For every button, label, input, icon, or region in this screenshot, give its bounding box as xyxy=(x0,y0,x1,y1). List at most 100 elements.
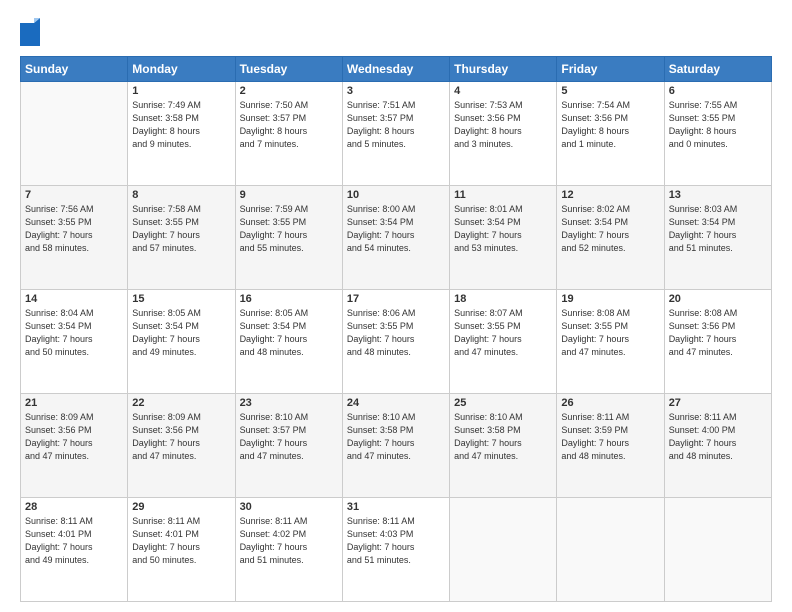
calendar-cell: 8 Sunrise: 7:58 AM Sunset: 3:55 PM Daylig… xyxy=(128,186,235,290)
calendar-cell: 16 Sunrise: 8:05 AM Sunset: 3:54 PM Dayli… xyxy=(235,290,342,394)
day-info: Sunrise: 7:59 AM Sunset: 3:55 PM Dayligh… xyxy=(240,203,338,255)
day-number: 21 xyxy=(25,397,123,409)
day-number: 10 xyxy=(347,189,445,201)
day-info: Sunrise: 7:51 AM Sunset: 3:57 PM Dayligh… xyxy=(347,99,445,151)
day-number: 9 xyxy=(240,189,338,201)
calendar-cell: 23 Sunrise: 8:10 AM Sunset: 3:57 PM Dayli… xyxy=(235,394,342,498)
day-number: 20 xyxy=(669,293,767,305)
day-number: 23 xyxy=(240,397,338,409)
day-info: Sunrise: 8:03 AM Sunset: 3:54 PM Dayligh… xyxy=(669,203,767,255)
day-number: 13 xyxy=(669,189,767,201)
calendar-table: SundayMondayTuesdayWednesdayThursdayFrid… xyxy=(20,56,772,602)
calendar-cell: 31 Sunrise: 8:11 AM Sunset: 4:03 PM Dayli… xyxy=(342,498,449,602)
calendar-cell: 15 Sunrise: 8:05 AM Sunset: 3:54 PM Dayli… xyxy=(128,290,235,394)
day-number: 24 xyxy=(347,397,445,409)
day-number: 12 xyxy=(561,189,659,201)
logo xyxy=(20,18,43,46)
day-number: 7 xyxy=(25,189,123,201)
day-number: 18 xyxy=(454,293,552,305)
day-number: 29 xyxy=(132,501,230,513)
day-info: Sunrise: 7:55 AM Sunset: 3:55 PM Dayligh… xyxy=(669,99,767,151)
day-number: 16 xyxy=(240,293,338,305)
day-number: 19 xyxy=(561,293,659,305)
day-number: 31 xyxy=(347,501,445,513)
day-info: Sunrise: 8:06 AM Sunset: 3:55 PM Dayligh… xyxy=(347,307,445,359)
calendar-cell: 6 Sunrise: 7:55 AM Sunset: 3:55 PM Daylig… xyxy=(664,82,771,186)
day-number: 26 xyxy=(561,397,659,409)
day-info: Sunrise: 7:56 AM Sunset: 3:55 PM Dayligh… xyxy=(25,203,123,255)
day-number: 17 xyxy=(347,293,445,305)
day-info: Sunrise: 8:10 AM Sunset: 3:58 PM Dayligh… xyxy=(454,411,552,463)
day-info: Sunrise: 7:54 AM Sunset: 3:56 PM Dayligh… xyxy=(561,99,659,151)
weekday-header-sunday: Sunday xyxy=(21,57,128,82)
weekday-header-tuesday: Tuesday xyxy=(235,57,342,82)
day-info: Sunrise: 8:10 AM Sunset: 3:58 PM Dayligh… xyxy=(347,411,445,463)
day-info: Sunrise: 8:10 AM Sunset: 3:57 PM Dayligh… xyxy=(240,411,338,463)
header xyxy=(20,18,772,46)
day-info: Sunrise: 7:58 AM Sunset: 3:55 PM Dayligh… xyxy=(132,203,230,255)
weekday-header-friday: Friday xyxy=(557,57,664,82)
calendar-cell: 28 Sunrise: 8:11 AM Sunset: 4:01 PM Dayli… xyxy=(21,498,128,602)
day-info: Sunrise: 8:04 AM Sunset: 3:54 PM Dayligh… xyxy=(25,307,123,359)
weekday-header-wednesday: Wednesday xyxy=(342,57,449,82)
calendar-cell: 9 Sunrise: 7:59 AM Sunset: 3:55 PM Daylig… xyxy=(235,186,342,290)
page: SundayMondayTuesdayWednesdayThursdayFrid… xyxy=(0,0,792,612)
day-info: Sunrise: 8:08 AM Sunset: 3:55 PM Dayligh… xyxy=(561,307,659,359)
day-number: 5 xyxy=(561,85,659,97)
calendar-cell: 1 Sunrise: 7:49 AM Sunset: 3:58 PM Daylig… xyxy=(128,82,235,186)
calendar-cell: 30Sunrise: 8:11 AM Sunset: 4:02 PM Dayli… xyxy=(235,498,342,602)
day-number: 11 xyxy=(454,189,552,201)
day-info: Sunrise: 8:11 AM Sunset: 4:00 PM Dayligh… xyxy=(669,411,767,463)
day-number: 25 xyxy=(454,397,552,409)
day-number: 28 xyxy=(25,501,123,513)
calendar-cell xyxy=(664,498,771,602)
weekday-header-monday: Monday xyxy=(128,57,235,82)
calendar-cell: 11 Sunrise: 8:01 AM Sunset: 3:54 PM Dayli… xyxy=(450,186,557,290)
day-number: 15 xyxy=(132,293,230,305)
day-info: Sunrise: 8:00 AM Sunset: 3:54 PM Dayligh… xyxy=(347,203,445,255)
calendar-cell: 3 Sunrise: 7:51 AM Sunset: 3:57 PM Daylig… xyxy=(342,82,449,186)
calendar-cell xyxy=(557,498,664,602)
calendar-cell xyxy=(450,498,557,602)
calendar-cell: 18 Sunrise: 8:07 AM Sunset: 3:55 PM Dayli… xyxy=(450,290,557,394)
day-info: Sunrise: 7:49 AM Sunset: 3:58 PM Dayligh… xyxy=(132,99,230,151)
calendar-cell: 27 Sunrise: 8:11 AM Sunset: 4:00 PM Dayli… xyxy=(664,394,771,498)
calendar-cell: 19 Sunrise: 8:08 AM Sunset: 3:55 PM Dayli… xyxy=(557,290,664,394)
calendar-cell: 24 Sunrise: 8:10 AM Sunset: 3:58 PM Dayli… xyxy=(342,394,449,498)
day-info: Sunrise: 7:53 AM Sunset: 3:56 PM Dayligh… xyxy=(454,99,552,151)
day-number: 14 xyxy=(25,293,123,305)
day-info: Sunrise: 8:11 AM Sunset: 4:01 PM Dayligh… xyxy=(25,515,123,567)
calendar-cell: 5 Sunrise: 7:54 AM Sunset: 3:56 PM Daylig… xyxy=(557,82,664,186)
calendar-cell: 26 Sunrise: 8:11 AM Sunset: 3:59 PM Dayli… xyxy=(557,394,664,498)
calendar-cell: 25 Sunrise: 8:10 AM Sunset: 3:58 PM Dayli… xyxy=(450,394,557,498)
day-number: 3 xyxy=(347,85,445,97)
day-info: Sunrise: 8:01 AM Sunset: 3:54 PM Dayligh… xyxy=(454,203,552,255)
day-number: 27 xyxy=(669,397,767,409)
calendar-cell: 20Sunrise: 8:08 AM Sunset: 3:56 PM Dayli… xyxy=(664,290,771,394)
day-number: 6 xyxy=(669,85,767,97)
day-number: 8 xyxy=(132,189,230,201)
calendar-cell: 14 Sunrise: 8:04 AM Sunset: 3:54 PM Dayli… xyxy=(21,290,128,394)
day-info: Sunrise: 8:11 AM Sunset: 4:01 PM Dayligh… xyxy=(132,515,230,567)
day-info: Sunrise: 8:05 AM Sunset: 3:54 PM Dayligh… xyxy=(132,307,230,359)
day-number: 30 xyxy=(240,501,338,513)
day-info: Sunrise: 8:11 AM Sunset: 3:59 PM Dayligh… xyxy=(561,411,659,463)
calendar-cell: 7 Sunrise: 7:56 AM Sunset: 3:55 PM Daylig… xyxy=(21,186,128,290)
calendar-cell: 13 Sunrise: 8:03 AM Sunset: 3:54 PM Dayli… xyxy=(664,186,771,290)
calendar-cell: 29 Sunrise: 8:11 AM Sunset: 4:01 PM Dayli… xyxy=(128,498,235,602)
calendar-cell: 22Sunrise: 8:09 AM Sunset: 3:56 PM Dayli… xyxy=(128,394,235,498)
day-info: Sunrise: 8:05 AM Sunset: 3:54 PM Dayligh… xyxy=(240,307,338,359)
calendar-cell: 12 Sunrise: 8:02 AM Sunset: 3:54 PM Dayli… xyxy=(557,186,664,290)
weekday-header-thursday: Thursday xyxy=(450,57,557,82)
calendar-cell xyxy=(21,82,128,186)
calendar-cell: 4 Sunrise: 7:53 AM Sunset: 3:56 PM Daylig… xyxy=(450,82,557,186)
weekday-header-saturday: Saturday xyxy=(664,57,771,82)
day-info: Sunrise: 7:50 AM Sunset: 3:57 PM Dayligh… xyxy=(240,99,338,151)
day-info: Sunrise: 8:07 AM Sunset: 3:55 PM Dayligh… xyxy=(454,307,552,359)
day-number: 2 xyxy=(240,85,338,97)
day-info: Sunrise: 8:11 AM Sunset: 4:03 PM Dayligh… xyxy=(347,515,445,567)
day-info: Sunrise: 8:02 AM Sunset: 3:54 PM Dayligh… xyxy=(561,203,659,255)
calendar-cell: 2 Sunrise: 7:50 AM Sunset: 3:57 PM Daylig… xyxy=(235,82,342,186)
day-number: 4 xyxy=(454,85,552,97)
day-number: 1 xyxy=(132,85,230,97)
